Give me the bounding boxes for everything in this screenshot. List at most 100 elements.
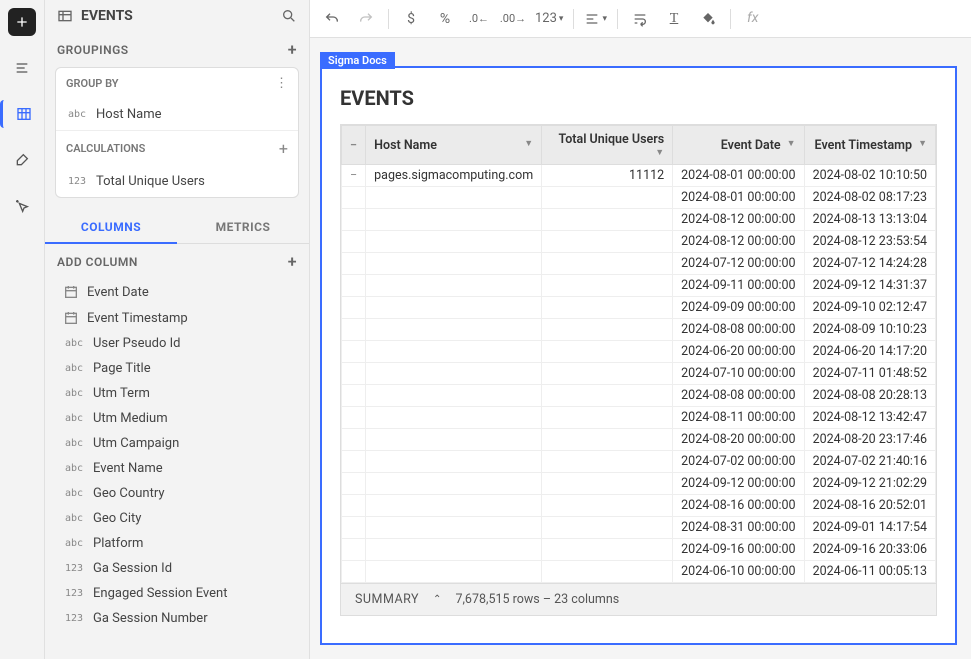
col-header-host[interactable]: Host Name▼ — [366, 126, 542, 165]
currency-button[interactable]: $ — [399, 7, 423, 31]
grouping-menu-icon[interactable]: ⋮ — [275, 76, 288, 91]
table-row[interactable]: 2024-06-20 00:00:002024-06-20 14:17:20 — [342, 341, 936, 363]
table-row[interactable]: 2024-08-20 00:00:002024-08-20 23:17:46 — [342, 429, 936, 451]
table-row[interactable]: 2024-08-12 00:00:002024-08-12 23:53:54 — [342, 231, 936, 253]
wrap-text-button[interactable] — [628, 7, 652, 31]
col-header-date[interactable]: Event Date▼ — [673, 126, 804, 165]
table-row[interactable]: 2024-08-31 00:00:002024-09-01 14:17:54 — [342, 517, 936, 539]
tab-columns[interactable]: COLUMNS — [45, 212, 177, 244]
fill-color-button[interactable] — [696, 7, 720, 31]
cell-ts: 2024-08-02 10:10:50 — [804, 165, 935, 187]
table-row[interactable]: 2024-08-08 00:00:002024-08-09 10:10:23 — [342, 319, 936, 341]
cell-ts: 2024-08-13 13:13:04 — [804, 209, 935, 231]
element-label[interactable]: Sigma Docs — [320, 52, 395, 69]
add-grouping-button[interactable]: + — [288, 40, 297, 59]
cell-ts: 2024-08-08 20:28:13 — [804, 385, 935, 407]
column-label: Event Name — [93, 461, 163, 476]
column-item[interactable]: abcGeo City — [45, 506, 309, 531]
calculation-field[interactable]: 123 Total Unique Users — [56, 166, 298, 197]
column-item[interactable]: abcGeo Country — [45, 481, 309, 506]
column-item[interactable]: abcPage Title — [45, 356, 309, 381]
decrease-decimal-button[interactable]: .0← — [467, 7, 491, 31]
cell-ts: 2024-09-01 14:17:54 — [804, 517, 935, 539]
redo-button[interactable] — [354, 7, 378, 31]
main-area: $ % .0← .00→ 123▾ ▾ T fx Sigma Docs EVEN… — [310, 0, 971, 659]
left-rail — [0, 0, 45, 659]
col-header-ts[interactable]: Event Timestamp▼ — [804, 126, 935, 165]
column-item[interactable]: abcUser Pseudo Id — [45, 331, 309, 356]
table-row[interactable]: 2024-07-10 00:00:002024-07-11 01:48:52 — [342, 363, 936, 385]
table-row[interactable]: 2024-08-01 00:00:002024-08-02 08:17:23 — [342, 187, 936, 209]
cell-date: 2024-07-02 00:00:00 — [673, 451, 804, 473]
column-item[interactable]: abcUtm Medium — [45, 406, 309, 431]
group-by-label: GROUP BY — [66, 77, 119, 90]
table-row[interactable]: 2024-07-02 00:00:002024-07-02 21:40:16 — [342, 451, 936, 473]
table-row[interactable]: 2024-08-08 00:00:002024-08-08 20:28:13 — [342, 385, 936, 407]
add-column-header: ADD COLUMN + — [45, 244, 309, 279]
column-item[interactable]: 123Ga Session Number — [45, 606, 309, 631]
column-item[interactable]: Event Date — [45, 279, 309, 305]
number-type-icon: 123 — [63, 563, 85, 574]
table-row[interactable]: 2024-09-12 00:00:002024-09-12 21:02:29 — [342, 473, 936, 495]
undo-button[interactable] — [320, 7, 344, 31]
table-summary[interactable]: SUMMARY ⌃ 7,678,515 rows – 23 columns — [341, 583, 936, 615]
outline-button[interactable] — [8, 54, 36, 82]
text-type-icon: abc — [63, 513, 85, 524]
format-button[interactable] — [8, 146, 36, 174]
cell-users: 11112 — [542, 165, 673, 187]
cell-date: 2024-09-11 00:00:00 — [673, 275, 804, 297]
table-row[interactable]: 2024-06-10 00:00:002024-06-11 00:05:13 — [342, 561, 936, 583]
canvas[interactable]: Sigma Docs EVENTS − Host Name▼ Total Uni… — [310, 38, 971, 659]
collapse-group-button[interactable]: − — [342, 165, 366, 187]
tab-metrics[interactable]: METRICS — [177, 212, 309, 243]
cell-date: 2024-08-31 00:00:00 — [673, 517, 804, 539]
column-label: Event Timestamp — [87, 311, 188, 326]
text-type-icon: abc — [63, 538, 85, 549]
table-row[interactable]: 2024-09-09 00:00:002024-09-10 02:12:47 — [342, 297, 936, 319]
add-calculation-button[interactable]: + — [279, 139, 288, 158]
column-item[interactable]: 123Engaged Session Event — [45, 581, 309, 606]
text-color-button[interactable]: T — [662, 7, 686, 31]
actions-button[interactable] — [8, 192, 36, 220]
column-item[interactable]: abcEvent Name — [45, 456, 309, 481]
column-item[interactable]: abcPlatform — [45, 531, 309, 556]
table-row[interactable]: 2024-09-11 00:00:002024-09-12 14:31:37 — [342, 275, 936, 297]
column-label: Page Title — [93, 361, 151, 376]
table-row[interactable]: 2024-09-16 00:00:002024-09-16 20:33:06 — [342, 539, 936, 561]
number-format-dropdown[interactable]: 123▾ — [535, 7, 563, 31]
calculations-label: CALCULATIONS — [66, 142, 145, 155]
percent-button[interactable]: % — [433, 7, 457, 31]
align-dropdown[interactable]: ▾ — [584, 7, 607, 31]
formula-bar[interactable]: fx — [741, 10, 961, 27]
number-type-icon: 123 — [66, 176, 88, 187]
cell-date: 2024-08-16 00:00:00 — [673, 495, 804, 517]
search-icon[interactable] — [281, 8, 297, 24]
cell-date: 2024-08-08 00:00:00 — [673, 385, 804, 407]
add-element-button[interactable] — [8, 8, 36, 36]
table-icon — [16, 106, 32, 122]
increase-decimal-button[interactable]: .00→ — [501, 7, 525, 31]
data-panel-button[interactable] — [0, 100, 42, 128]
column-item[interactable]: abcUtm Term — [45, 381, 309, 406]
group-by-field[interactable]: abc Host Name — [56, 99, 298, 130]
cell-date: 2024-08-01 00:00:00 — [673, 187, 804, 209]
cell-ts: 2024-07-02 21:40:16 — [804, 451, 935, 473]
chevron-up-icon: ⌃ — [433, 594, 441, 605]
add-column-button[interactable]: + — [288, 252, 297, 271]
column-item[interactable]: Event Timestamp — [45, 305, 309, 331]
col-header-users[interactable]: Total Unique Users▼ — [542, 126, 673, 165]
table-row[interactable]: 2024-08-11 00:00:002024-08-12 13:42:47 — [342, 407, 936, 429]
cell-ts: 2024-08-12 13:42:47 — [804, 407, 935, 429]
table-row[interactable]: 2024-07-12 00:00:002024-07-12 14:24:28 — [342, 253, 936, 275]
cell-date: 2024-07-10 00:00:00 — [673, 363, 804, 385]
table-row[interactable]: 2024-08-12 00:00:002024-08-13 13:13:04 — [342, 209, 936, 231]
table-element[interactable]: EVENTS − Host Name▼ Total Unique Users▼ … — [320, 66, 957, 645]
text-type-icon: abc — [63, 338, 85, 349]
table-row[interactable]: −pages.sigmacomputing.com111122024-08-01… — [342, 165, 936, 187]
column-item[interactable]: abcUtm Campaign — [45, 431, 309, 456]
collapse-all-button[interactable]: − — [342, 126, 366, 165]
table-row[interactable]: 2024-08-16 00:00:002024-08-16 20:52:01 — [342, 495, 936, 517]
column-item[interactable]: 123Ga Session Id — [45, 556, 309, 581]
cell-ts: 2024-09-10 02:12:47 — [804, 297, 935, 319]
column-label: Utm Term — [93, 386, 150, 401]
